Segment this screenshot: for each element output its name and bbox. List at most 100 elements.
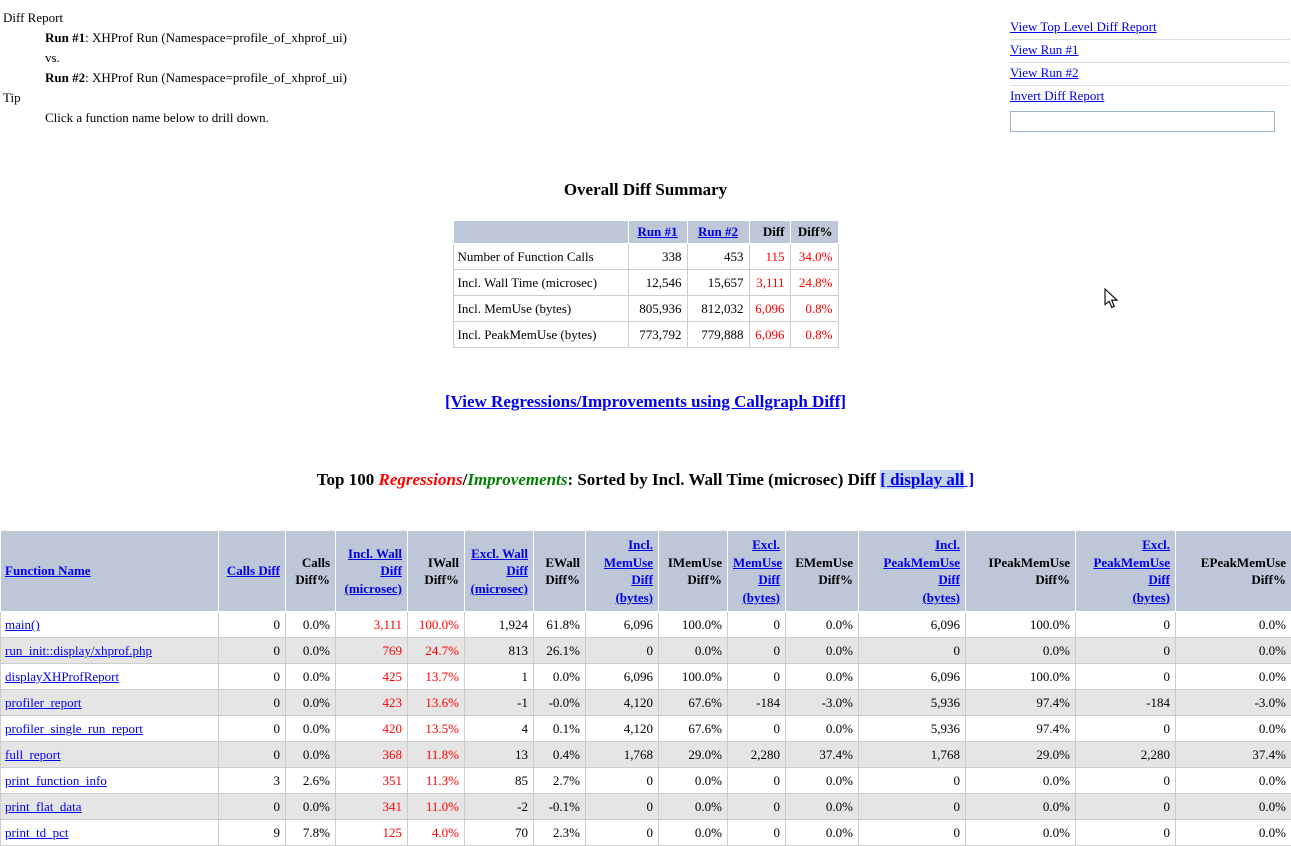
table-row: displayXHProfReport00.0%42513.7%10.0%6,0… (1, 664, 1291, 690)
metric-cell: 6,096 (859, 664, 966, 690)
callgraph-diff-link[interactable]: [View Regressions/Improvements using Cal… (445, 392, 846, 411)
metric-cell: 13.5% (408, 716, 465, 742)
metric-cell: 26.1% (534, 638, 586, 664)
function-link[interactable]: profiler_single_run_report (5, 721, 143, 736)
column-header: Excl. PeakMemUse Diff (bytes) (1076, 531, 1176, 612)
sort-column-link[interactable]: Incl. PeakMemUse Diff (bytes) (883, 537, 960, 605)
summary-value: 779,888 (687, 322, 749, 348)
summary-value: 6,096 (749, 322, 790, 348)
column-header: Excl. Wall Diff (microsec) (465, 531, 534, 612)
metric-cell: 6,096 (586, 664, 659, 690)
summary-value: 15,657 (687, 270, 749, 296)
summary-value: 3,111 (749, 270, 790, 296)
summary-row: Incl. PeakMemUse (bytes)773,792779,8886,… (453, 322, 838, 348)
report-title: Diff Report (3, 8, 347, 28)
column-header: Excl. MemUse Diff (bytes) (728, 531, 786, 612)
function-name-cell: profiler_single_run_report (1, 716, 219, 742)
function-link[interactable]: displayXHProfReport (5, 669, 119, 684)
metric-cell: -184 (728, 690, 786, 716)
column-header: IMemUse Diff% (659, 531, 728, 612)
sort-column-link[interactable]: Function Name (5, 563, 91, 578)
function-link[interactable]: print_function_info (5, 773, 107, 788)
search-input[interactable] (1010, 111, 1275, 132)
metric-cell: 0.4% (534, 742, 586, 768)
metric-cell: 351 (336, 768, 408, 794)
metric-cell: 0 (1076, 820, 1176, 846)
metric-cell: 0.0% (1176, 716, 1291, 742)
column-header: EPeakMemUse Diff% (1176, 531, 1291, 612)
metric-cell: 0 (219, 612, 286, 638)
nav-links: View Top Level Diff Report View Run #1 Vie… (1010, 17, 1290, 132)
metric-cell: 0.0% (659, 638, 728, 664)
sort-column-link[interactable]: Excl. PeakMemUse Diff (bytes) (1093, 537, 1170, 605)
metric-cell: 368 (336, 742, 408, 768)
metric-cell: 0.0% (786, 716, 859, 742)
column-header: Incl. PeakMemUse Diff (bytes) (859, 531, 966, 612)
metric-cell: 0 (219, 638, 286, 664)
metric-cell: 425 (336, 664, 408, 690)
summary-run-link[interactable]: Run #1 (637, 224, 677, 239)
function-link[interactable]: profiler_report (5, 695, 82, 710)
sort-column-link[interactable]: Incl. Wall Diff (microsec) (344, 546, 402, 596)
metric-cell: 0 (728, 716, 786, 742)
summary-metric-label: Incl. PeakMemUse (bytes) (453, 322, 628, 348)
nav-link[interactable]: View Run #1 (1010, 42, 1079, 57)
nav-link[interactable]: View Run #2 (1010, 65, 1079, 80)
summary-value: 805,936 (628, 296, 687, 322)
metric-cell: 0 (728, 794, 786, 820)
summary-title: Overall Diff Summary (0, 180, 1291, 200)
metric-cell: 0 (859, 768, 966, 794)
metric-cell: 100.0% (966, 612, 1076, 638)
metric-cell: -0.1% (534, 794, 586, 820)
metric-cell: 9 (219, 820, 286, 846)
sort-column-link[interactable]: Excl. Wall Diff (microsec) (470, 546, 528, 596)
metric-cell: 0 (586, 768, 659, 794)
metric-cell: 61.8% (534, 612, 586, 638)
column-header: IWall Diff% (408, 531, 465, 612)
metric-cell: -0.0% (534, 690, 586, 716)
metric-cell: 0 (1076, 638, 1176, 664)
metric-cell: 0 (859, 820, 966, 846)
metric-cell: 0.0% (534, 664, 586, 690)
nav-link[interactable]: Invert Diff Report (1010, 88, 1104, 103)
top100-prefix: Top 100 (317, 470, 379, 489)
metric-cell: -3.0% (1176, 690, 1291, 716)
metric-cell: 423 (336, 690, 408, 716)
table-row: full_report00.0%36811.8%130.4%1,76829.0%… (1, 742, 1291, 768)
metric-cell: 3,111 (336, 612, 408, 638)
display-all-link[interactable]: [ display all ] (880, 470, 974, 489)
column-header: Calls Diff% (286, 531, 336, 612)
metric-cell: 29.0% (659, 742, 728, 768)
column-header: Incl. MemUse Diff (bytes) (586, 531, 659, 612)
metric-cell: 0.0% (786, 638, 859, 664)
nav-link[interactable]: View Top Level Diff Report (1010, 19, 1157, 34)
function-link[interactable]: run_init::display/xhprof.php (5, 643, 152, 658)
nav-link-row: View Run #1 (1010, 40, 1290, 63)
metric-cell: 0 (219, 794, 286, 820)
metric-cell: 37.4% (1176, 742, 1291, 768)
run1-label: Run #1 (45, 30, 85, 45)
metric-cell: 0.0% (786, 664, 859, 690)
metric-cell: 0.0% (786, 794, 859, 820)
summary-metric-label: Incl. MemUse (bytes) (453, 296, 628, 322)
metric-cell: 11.8% (408, 742, 465, 768)
metric-cell: 2.3% (534, 820, 586, 846)
summary-value: 773,792 (628, 322, 687, 348)
metric-cell: 0 (586, 638, 659, 664)
function-link[interactable]: main() (5, 617, 40, 632)
tip-text: Click a function name below to drill dow… (45, 108, 347, 128)
function-name-cell: main() (1, 612, 219, 638)
function-name-cell: print_flat_data (1, 794, 219, 820)
function-link[interactable]: print_td_pct (5, 825, 69, 840)
metric-cell: 0 (1076, 612, 1176, 638)
sort-column-link[interactable]: Calls Diff (227, 563, 280, 578)
function-link[interactable]: full_report (5, 747, 61, 762)
metric-cell: 0 (728, 820, 786, 846)
metric-cell: 0.0% (286, 664, 336, 690)
summary-run-link[interactable]: Run #2 (698, 224, 738, 239)
sort-column-link[interactable]: Incl. MemUse Diff (bytes) (604, 537, 653, 605)
function-link[interactable]: print_flat_data (5, 799, 82, 814)
summary-value: 6,096 (749, 296, 790, 322)
function-name-cell: profiler_report (1, 690, 219, 716)
sort-column-link[interactable]: Excl. MemUse Diff (bytes) (733, 537, 782, 605)
